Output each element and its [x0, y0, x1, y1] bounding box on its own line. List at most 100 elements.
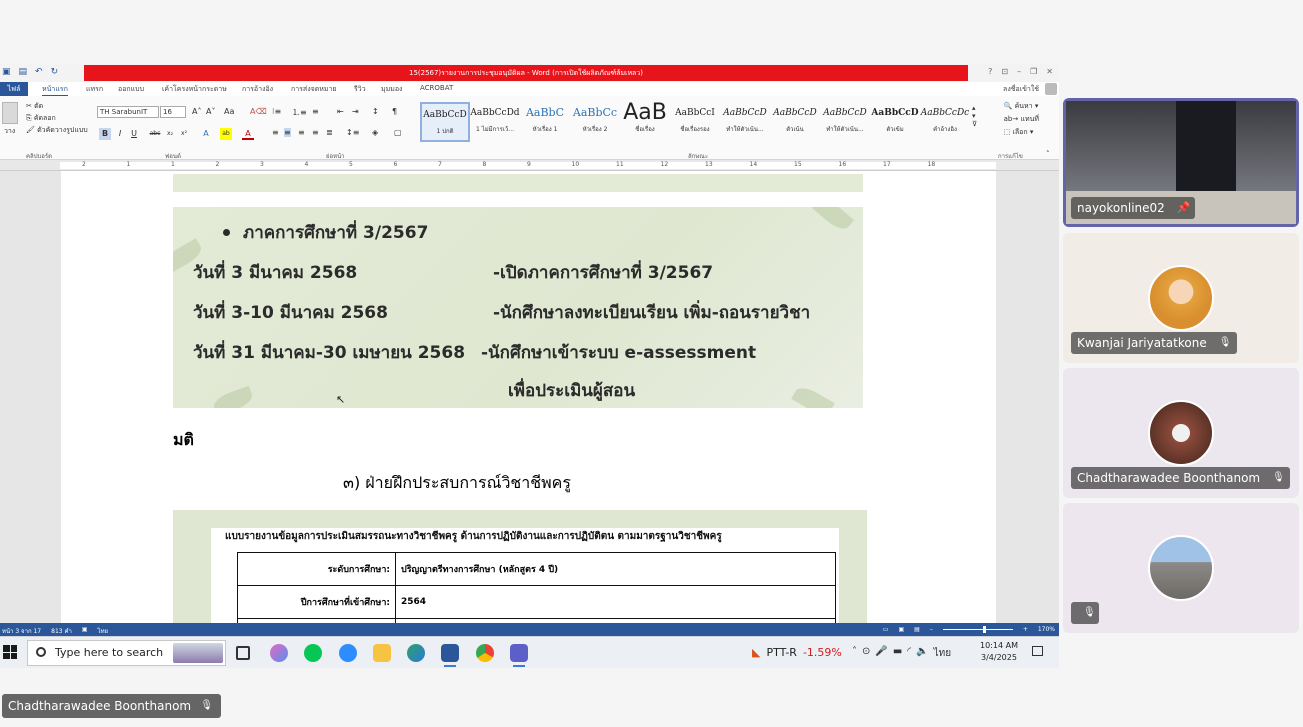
shading-icon[interactable]: ◈	[372, 128, 378, 137]
zoom-slider[interactable]	[942, 626, 1013, 633]
edge-browser-icon[interactable]	[407, 644, 425, 662]
save-icon[interactable]: ▤	[19, 67, 28, 77]
distributed-icon[interactable]: ≣	[326, 128, 333, 137]
zoom-app-icon[interactable]	[339, 644, 357, 662]
style-2[interactable]: AaBbCcDd 1 ไม่มีการเว้...	[470, 102, 520, 142]
style-7[interactable]: AaBbCcD ทำให้ตัวเน้น...	[720, 102, 770, 142]
restore-icon[interactable]: ❐	[1030, 67, 1037, 76]
zoom-level[interactable]: 170%	[1038, 626, 1055, 633]
find-button[interactable]: 🔍 ค้นหา ▾	[1004, 100, 1039, 113]
close-icon[interactable]: ✕	[1046, 67, 1053, 76]
text-effects-button[interactable]: A	[200, 128, 212, 140]
participant-tile[interactable]: 🎙︎	[1063, 503, 1299, 633]
file-explorer-icon[interactable]	[373, 644, 391, 662]
participant-tile[interactable]: Chadtharawadee Boonthanom 🎙︎	[1063, 368, 1299, 498]
tab-acrobat[interactable]: ACROBAT	[420, 84, 453, 92]
task-view-icon[interactable]	[236, 646, 250, 660]
borders-icon[interactable]: ▢	[394, 128, 402, 137]
web-layout-icon[interactable]: ▤	[914, 626, 920, 633]
speaker-icon[interactable]: 🔈	[916, 646, 928, 661]
superscript-button[interactable]: x²	[178, 128, 190, 140]
tab-insert[interactable]: แทรก	[86, 84, 103, 95]
proofing-icon[interactable]: ▣	[82, 626, 88, 636]
participant-tile-pinned[interactable]: nayokonline02 📌	[1063, 98, 1299, 227]
change-case-icon[interactable]: Aa	[224, 107, 234, 116]
shrink-font-icon[interactable]: A˅	[206, 107, 215, 116]
tab-view[interactable]: มุมมอง	[381, 84, 402, 95]
multilevel-icon[interactable]: ≡	[312, 107, 319, 116]
align-right-icon[interactable]: ≡	[298, 128, 305, 137]
style-4[interactable]: AaBbCc หัวเรื่อง 2	[570, 102, 620, 142]
ribbon-display-icon[interactable]: ⊡	[1001, 67, 1008, 76]
tab-mailings[interactable]: การส่งจดหมาย	[291, 84, 337, 95]
style-6[interactable]: AaBbCcI ชื่อเรื่องรอง	[670, 102, 720, 142]
decrease-indent-icon[interactable]: ⇤	[337, 107, 344, 116]
page-count[interactable]: หน้า 3 จาก 17	[2, 626, 41, 636]
language-status[interactable]: ไทย	[98, 626, 109, 636]
align-center-icon[interactable]: ≡	[284, 128, 291, 137]
taskbar-clock[interactable]: 10:14 AM 3/4/2025	[980, 640, 1018, 664]
tab-layout[interactable]: เค้าโครงหน้ากระดาษ	[162, 84, 227, 95]
style-11[interactable]: AaBbCcDc คำอ้างอิง	[920, 102, 970, 142]
chrome-browser-icon[interactable]	[476, 644, 494, 662]
italic-button[interactable]: I	[114, 128, 126, 140]
help-icon[interactable]: ?	[988, 67, 992, 76]
clear-format-icon[interactable]: A⌫	[250, 107, 267, 116]
battery-icon[interactable]: ▬	[893, 646, 902, 661]
windows-start-icon[interactable]	[3, 645, 17, 659]
style-5[interactable]: AaB ชื่อเรื่อง	[620, 102, 670, 142]
document-page[interactable]: ภาคการศึกษาที่ 3/2567 วันที่ 3 มีนาคม 25…	[61, 171, 996, 623]
tab-file[interactable]: ไฟล์	[0, 82, 28, 96]
copy-button[interactable]: ⎘ คัดลอก	[26, 112, 88, 124]
numbering-icon[interactable]: ⒈≡	[292, 107, 307, 118]
participant-tile[interactable]: Kwanjai Jariyatatkone 🎙︎	[1063, 233, 1299, 363]
notification-icon[interactable]	[1032, 646, 1043, 656]
copilot-icon[interactable]	[270, 644, 288, 662]
word-app-icon[interactable]	[441, 644, 459, 667]
stock-widget[interactable]: ◣ PTT-R -1.59%	[752, 641, 842, 663]
paste-button[interactable]	[2, 102, 18, 124]
replace-button[interactable]: ab→ แทนที่	[1004, 113, 1039, 126]
styles-scroll-icon[interactable]: ▴ ▾ ⊽	[972, 104, 977, 128]
print-layout-icon[interactable]: ▣	[898, 626, 904, 633]
usb-icon[interactable]: ⊙	[862, 646, 870, 661]
show-marks-icon[interactable]: ¶	[392, 107, 397, 116]
format-painter-button[interactable]: 🖌 ตัวคัดวางรูปแบบ	[26, 124, 88, 136]
align-left-icon[interactable]: ≡	[272, 128, 279, 137]
line-app-icon[interactable]	[304, 644, 322, 662]
sign-in-link[interactable]: ลงชื่อเข้าใช้	[1003, 84, 1039, 95]
sort-icon[interactable]: ↕	[372, 107, 379, 116]
highlight-button[interactable]: ab	[220, 128, 232, 140]
input-language[interactable]: ไทย	[934, 646, 951, 661]
teams-app-icon[interactable]	[510, 644, 528, 667]
style-1[interactable]: AaBbCcD 1 ปกติ	[420, 102, 470, 142]
font-color-button[interactable]: A	[242, 128, 254, 140]
increase-indent-icon[interactable]: ⇥	[352, 107, 359, 116]
collapse-ribbon-icon[interactable]: ˄	[1046, 150, 1050, 158]
style-10[interactable]: AaBbCcD ตัวเข้ม	[870, 102, 920, 142]
cut-button[interactable]: ✂ ตัด	[26, 100, 88, 112]
justify-icon[interactable]: ≡	[312, 128, 319, 137]
document-area[interactable]: ภาคการศึกษาที่ 3/2567 วันที่ 3 มีนาคม 25…	[0, 171, 1059, 623]
taskbar-search-box[interactable]: Type here to search	[27, 640, 226, 666]
tab-design[interactable]: ออกแบบ	[118, 84, 144, 95]
word-count[interactable]: 813 คำ	[51, 626, 72, 636]
grow-font-icon[interactable]: A˄	[192, 107, 201, 116]
chevron-up-icon[interactable]: ˄	[852, 646, 857, 661]
zoom-out-icon[interactable]: –	[930, 626, 933, 633]
minimize-icon[interactable]: –	[1017, 67, 1021, 76]
read-mode-icon[interactable]: ▭	[883, 626, 889, 633]
zoom-thumb[interactable]	[982, 626, 986, 633]
undo-icon[interactable]: ↶	[35, 67, 43, 77]
font-size-select[interactable]: 16	[160, 106, 186, 118]
tab-review[interactable]: รีวิว	[354, 84, 366, 95]
font-name-select[interactable]: TH SarabunIT	[97, 106, 159, 118]
line-spacing-icon[interactable]: ↕≡	[346, 128, 359, 137]
tab-references[interactable]: การอ้างอิง	[242, 84, 273, 95]
style-3[interactable]: AaBbC หัวเรื่อง 1	[520, 102, 570, 142]
bullets-icon[interactable]: ⁝≡	[272, 107, 281, 116]
subscript-button[interactable]: x₂	[164, 128, 176, 140]
microphone-icon[interactable]: 🎤	[875, 646, 887, 661]
style-8[interactable]: AaBbCcD ตัวเน้น	[770, 102, 820, 142]
user-avatar-icon[interactable]	[1045, 83, 1057, 95]
